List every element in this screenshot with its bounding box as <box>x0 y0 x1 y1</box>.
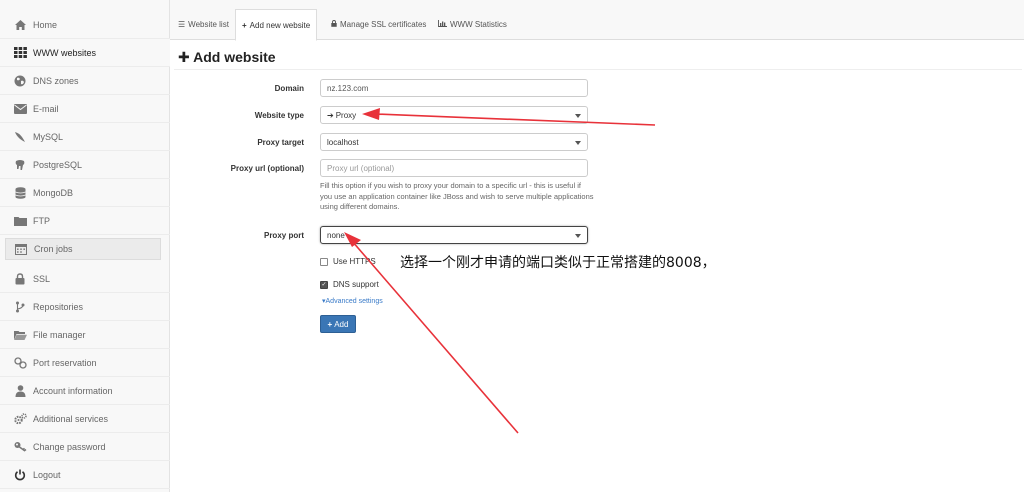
annotation-arrow-website-type <box>374 113 656 126</box>
annotation-arrowhead-website-type <box>362 108 380 120</box>
annotation-arrow-proxy-port <box>351 240 519 434</box>
annotation-arrowhead-proxy-port <box>344 232 361 247</box>
annotation-arrows <box>344 108 656 434</box>
